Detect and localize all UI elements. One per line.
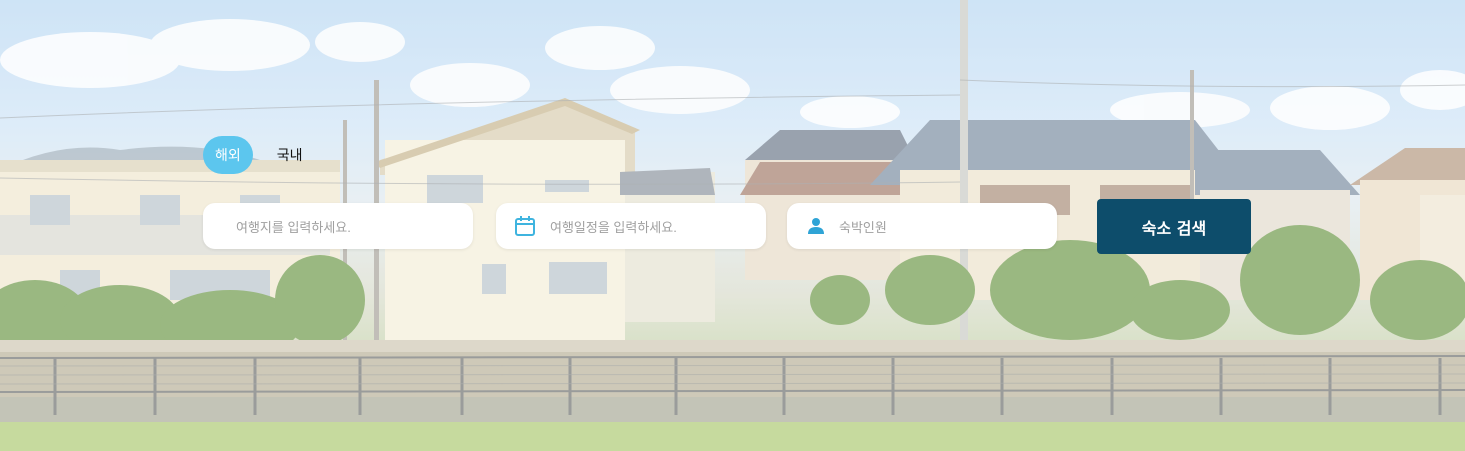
tab-domestic[interactable]: 국내 <box>265 136 315 174</box>
destination-input[interactable]: 여행지를 입력하세요. <box>203 203 473 249</box>
guests-placeholder: 숙박인원 <box>839 219 887 235</box>
region-toggle: 해외 국내 <box>203 135 315 175</box>
calendar-icon <box>514 215 536 237</box>
dates-placeholder: 여행일정을 입력하세요. <box>550 219 677 235</box>
person-icon <box>807 217 825 235</box>
search-button[interactable]: 숙소 검색 <box>1097 199 1251 254</box>
destination-placeholder: 여행지를 입력하세요. <box>236 219 351 235</box>
hero-banner: 해외 국내 여행지를 입력하세요. 여행일정을 입력하세요. 숙박인원 숙소 검… <box>0 0 1465 451</box>
guests-input[interactable]: 숙박인원 <box>787 203 1057 249</box>
dates-input[interactable]: 여행일정을 입력하세요. <box>496 203 766 249</box>
tab-overseas[interactable]: 해외 <box>203 136 253 174</box>
